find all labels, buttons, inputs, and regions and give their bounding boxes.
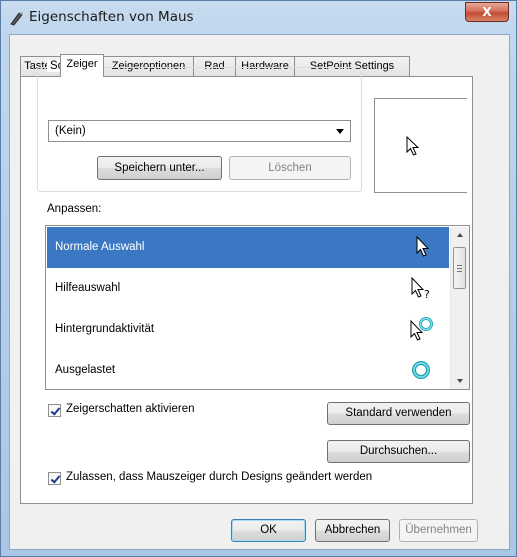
- scheme-selected-value: (Kein): [55, 125, 86, 137]
- customize-label: Anpassen:: [47, 203, 102, 215]
- list-item[interactable]: Ausgelastet: [47, 350, 449, 389]
- shadow-checkbox-label: Zeigerschatten aktivieren: [66, 403, 195, 415]
- save-as-button[interactable]: Speichern unter...: [97, 156, 222, 180]
- busy-cursor-icon: [412, 361, 430, 379]
- list-item[interactable]: Hintergrundaktivität: [47, 309, 449, 350]
- chevron-up-icon: [457, 233, 463, 237]
- arrow-cursor-icon: [416, 235, 430, 257]
- chevron-down-icon: [457, 379, 463, 383]
- grip-icon: [457, 265, 462, 272]
- browse-button[interactable]: Durchsuchen...: [327, 440, 470, 463]
- allow-themes-checkbox-label: Zulassen, dass Mauszeiger durch Designs …: [66, 471, 373, 483]
- arrow-cursor-icon: [406, 136, 420, 156]
- cancel-button[interactable]: Abbrechen: [315, 519, 390, 542]
- close-button[interactable]: X: [465, 2, 509, 22]
- scrollbar-thumb[interactable]: [453, 247, 466, 289]
- list-scrollbar[interactable]: [450, 227, 469, 389]
- help-cursor-icon: ?: [411, 276, 430, 301]
- scroll-up-button[interactable]: [451, 227, 469, 244]
- list-item-label: Hilfeauswahl: [55, 282, 121, 294]
- list-item-label: Normale Auswahl: [55, 241, 145, 253]
- checkbox-checked[interactable]: [48, 472, 61, 485]
- checkbox-checked[interactable]: [48, 404, 61, 417]
- delete-scheme-button[interactable]: Löschen: [229, 156, 351, 180]
- list-item[interactable]: Normale Auswahl: [47, 227, 449, 268]
- working-in-background-cursor-icon: [410, 317, 433, 341]
- scheme-dropdown[interactable]: (Kein): [48, 120, 351, 142]
- cursor-preview: [374, 98, 467, 193]
- title-bar[interactable]: Eigenschaften von Maus X: [1, 1, 517, 34]
- use-default-button[interactable]: Standard verwenden: [327, 402, 470, 425]
- list-item-label: Hintergrundaktivität: [55, 323, 155, 335]
- list-item[interactable]: Hilfeauswahl ?: [47, 268, 449, 309]
- ok-button[interactable]: OK: [231, 519, 306, 542]
- mouse-cursor-app-icon: [10, 12, 23, 26]
- scroll-down-button[interactable]: [451, 372, 469, 389]
- chevron-down-icon: [336, 129, 344, 134]
- cursor-list[interactable]: Normale Auswahl Hilfeauswahl ? Hintergru…: [45, 225, 470, 390]
- apply-button[interactable]: Übernehmen: [399, 519, 478, 542]
- list-item-label: Ausgelastet: [55, 364, 116, 376]
- window-title: Eigenschaften von Maus: [29, 9, 194, 25]
- svg-text:?: ?: [424, 288, 430, 301]
- tab-zeiger[interactable]: Zeiger: [60, 54, 104, 77]
